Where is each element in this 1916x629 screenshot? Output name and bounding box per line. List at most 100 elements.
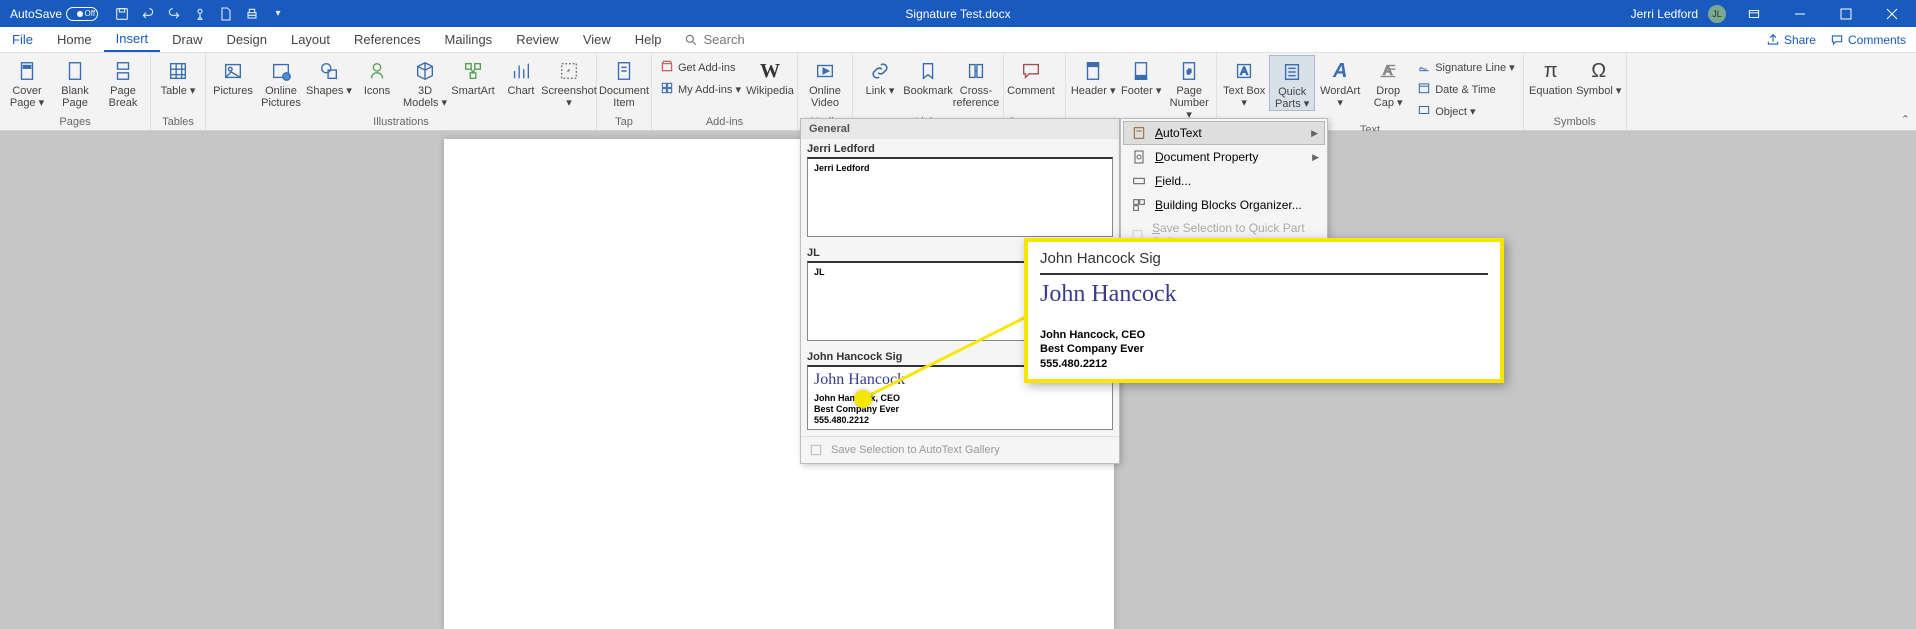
user-avatar[interactable]: JL [1708,5,1726,23]
signature-line3: 555.480.2212 [1040,357,1488,371]
document-title: Signature Test.docx [905,7,1010,21]
redo-icon[interactable] [166,6,182,22]
ribbon-display-icon[interactable] [1736,0,1772,27]
tab-layout[interactable]: Layout [279,27,342,52]
tab-view[interactable]: View [571,27,623,52]
chevron-right-icon: ▶ [1312,152,1319,163]
tab-mailings[interactable]: Mailings [433,27,505,52]
table-button[interactable]: Table ▾ [155,55,201,97]
save-icon[interactable] [114,6,130,22]
get-addins-button[interactable]: Get Add-ins [656,57,745,78]
username[interactable]: Jerri Ledford [1631,7,1698,21]
tab-insert[interactable]: Insert [104,27,161,52]
qat-customize-icon[interactable]: ▾ [270,6,286,22]
footer-button[interactable]: Footer ▾ [1118,55,1164,97]
autosave-toggle[interactable]: AutoSave Off [10,7,98,21]
maximize-icon[interactable] [1828,0,1864,27]
autotext-item-label: Jerri Ledford [801,139,1119,157]
pictures-icon [221,59,245,83]
menu-document-property[interactable]: Document Property ▶ [1123,145,1325,169]
tab-review[interactable]: Review [504,27,571,52]
autotext-item[interactable]: Jerri Ledford [807,157,1113,237]
callout-dot [854,390,872,408]
symbol-button[interactable]: ΩSymbol ▾ [1576,55,1622,97]
share-button[interactable]: Share [1766,33,1816,47]
page-break-icon [111,59,135,83]
minimize-icon[interactable] [1782,0,1818,27]
autotext-header: General [801,119,1119,139]
shapes-icon [317,59,341,83]
object-button[interactable]: Object ▾ [1413,101,1519,122]
comment-button[interactable]: Comment [1008,55,1054,97]
undo-icon[interactable] [140,6,156,22]
chart-icon [509,59,533,83]
drop-cap-button[interactable]: ADrop Cap ▾ [1365,55,1411,109]
group-label-tables: Tables [155,114,201,130]
tab-draw[interactable]: Draw [160,27,214,52]
store-icon [660,59,674,76]
save-to-autotext-button: Save Selection to AutoText Gallery [801,436,1119,463]
print-icon[interactable] [244,6,260,22]
screenshot-button[interactable]: Screenshot ▾ [546,55,592,109]
touch-icon[interactable] [192,6,208,22]
svg-text:A: A [1241,66,1249,78]
page-break-button[interactable]: Page Break [100,55,146,109]
date-time-button[interactable]: Date & Time [1413,79,1519,100]
wordart-icon: A [1328,59,1352,83]
signature-line2: Best Company Ever [1040,342,1488,356]
group-label-tap: Tap [601,114,647,130]
menu-building-blocks[interactable]: Building Blocks Organizer... [1123,193,1325,217]
textbox-icon: A [1232,59,1256,83]
shapes-button[interactable]: Shapes ▾ [306,55,352,97]
bookmark-icon [916,59,940,83]
3d-models-button[interactable]: 3D Models ▾ [402,55,448,109]
new-doc-icon[interactable] [218,6,234,22]
wikipedia-button[interactable]: WWikipedia [747,55,793,97]
document-item-button[interactable]: Document Item [601,55,647,109]
table-icon [166,59,190,83]
group-label-addins: Add-ins [656,114,793,130]
icons-button[interactable]: Icons [354,55,400,97]
wordart-button[interactable]: AWordArt ▾ [1317,55,1363,109]
comments-button[interactable]: Comments [1830,33,1906,47]
smartart-icon [461,59,485,83]
autosave-label: AutoSave [10,7,62,21]
chevron-right-icon: ▶ [1311,128,1318,139]
search-box[interactable]: Search [684,27,745,52]
pictures-button[interactable]: Pictures [210,55,256,97]
online-video-button[interactable]: Online Video [802,55,848,109]
text-box-button[interactable]: AText Box ▾ [1221,55,1267,109]
collapse-ribbon-icon[interactable]: ⌃ [1901,113,1910,126]
quick-parts-button[interactable]: Quick Parts ▾ [1269,55,1315,111]
cover-page-button[interactable]: Cover Page ▾ [4,55,50,109]
group-label-illustrations: Illustrations [210,114,592,130]
signature-line-button[interactable]: Signature Line ▾ [1413,57,1519,78]
tab-help[interactable]: Help [623,27,674,52]
menu-autotext[interactable]: AAutoTextutoText ▶ [1123,121,1325,145]
bookmark-button[interactable]: Bookmark [905,55,951,97]
3d-models-icon [413,59,437,83]
tab-home[interactable]: Home [45,27,104,52]
close-icon[interactable] [1874,0,1910,27]
signature-line1: John Hancock, CEO [1040,328,1488,342]
header-button[interactable]: Header ▾ [1070,55,1116,97]
smartart-button[interactable]: SmartArt [450,55,496,97]
equation-button[interactable]: πEquation [1528,55,1574,97]
zoom-title: John Hancock Sig [1040,250,1488,267]
menu-field[interactable]: Field... [1123,169,1325,193]
tab-design[interactable]: Design [215,27,279,52]
tab-file[interactable]: File [0,27,45,52]
blank-page-button[interactable]: Blank Page [52,55,98,109]
tab-references[interactable]: References [342,27,432,52]
link-button[interactable]: Link ▾ [857,55,903,97]
page-number-button[interactable]: #Page Number ▾ [1166,55,1212,121]
cross-reference-button[interactable]: Cross-reference [953,55,999,109]
chart-button[interactable]: Chart [498,55,544,97]
my-addins-button[interactable]: My Add-ins ▾ [656,79,745,100]
signature-icon [1417,59,1431,76]
online-pictures-icon [269,59,293,83]
equation-icon: π [1539,59,1563,83]
object-icon [1417,103,1431,120]
online-pictures-button[interactable]: Online Pictures [258,55,304,109]
quick-parts-icon [1280,60,1304,84]
